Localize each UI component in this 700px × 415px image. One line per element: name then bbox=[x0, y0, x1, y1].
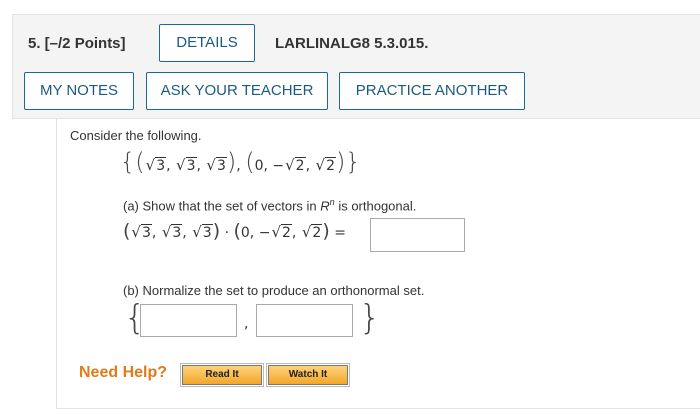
need-help-label: Need Help? bbox=[79, 364, 168, 381]
my-notes-button[interactable]: MY NOTES bbox=[24, 72, 134, 110]
sqrt-term: √2 bbox=[301, 223, 323, 241]
details-button[interactable]: DETAILS bbox=[159, 24, 255, 62]
points-label: 5. [–/2 Points] bbox=[28, 35, 126, 52]
question-code: LARLINALG8 5.3.015. bbox=[275, 35, 429, 52]
practice-another-button[interactable]: PRACTICE ANOTHER bbox=[339, 72, 525, 110]
sqrt-term: √3 bbox=[145, 156, 167, 174]
dot-product-answer-input[interactable] bbox=[370, 218, 465, 252]
normalized-vector-1-input[interactable] bbox=[140, 304, 237, 337]
sqrt-term: √3 bbox=[161, 223, 183, 241]
part-b-prompt: (b) Normalize the set to produce an orth… bbox=[123, 283, 425, 298]
watch-it-button[interactable]: Watch It bbox=[266, 363, 350, 387]
sqrt-term: √3 bbox=[206, 156, 227, 174]
sqrt-term: √3 bbox=[192, 223, 213, 241]
space-symbol: R bbox=[320, 198, 330, 214]
intro-text: Consider the following. bbox=[70, 128, 202, 143]
sqrt-term: √3 bbox=[131, 223, 152, 241]
vector-set: {(√3, √3, √3), (0, −√2, √2)} bbox=[120, 148, 361, 176]
ask-teacher-button[interactable]: ASK YOUR TEACHER bbox=[146, 72, 328, 110]
read-it-button[interactable]: Read It bbox=[180, 363, 264, 387]
right-brace: } bbox=[359, 298, 381, 338]
part-a-prompt: (a) Show that the set of vectors in Rn i… bbox=[123, 197, 417, 214]
sqrt-term: √2 bbox=[271, 223, 292, 241]
sqrt-term: √2 bbox=[315, 156, 336, 174]
sqrt-term: √3 bbox=[176, 156, 197, 174]
equals-sign: = bbox=[334, 225, 346, 241]
sqrt-term: √2 bbox=[285, 156, 306, 174]
normalized-vector-2-input[interactable] bbox=[256, 304, 353, 337]
set-comma: , bbox=[244, 316, 249, 332]
dot-product-expression: (√3, √3, √3) · (0, −√2, √2) = bbox=[123, 220, 346, 242]
